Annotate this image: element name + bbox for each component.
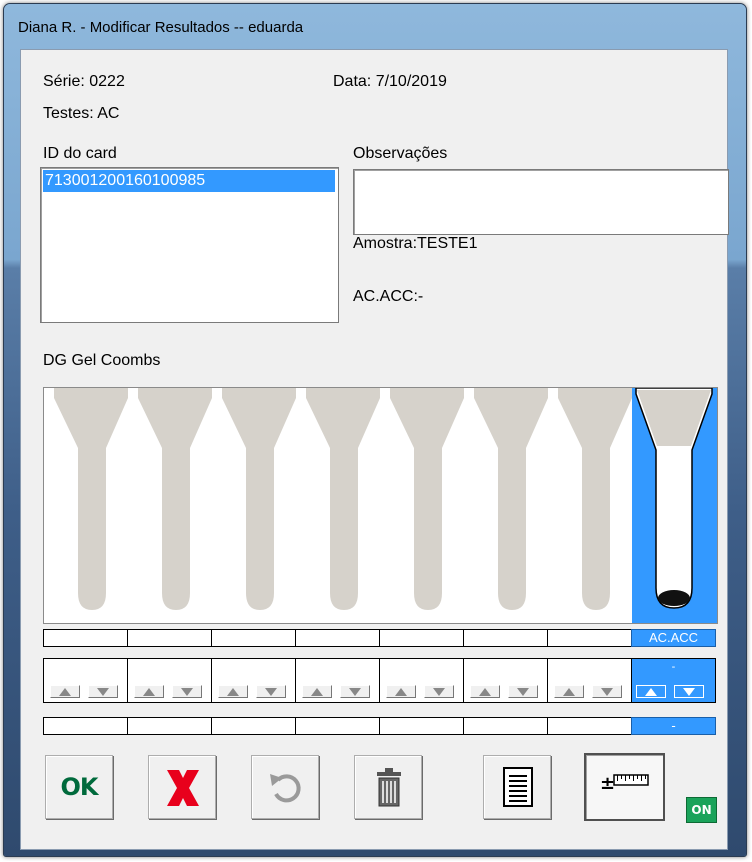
grade-cell bbox=[211, 658, 296, 703]
grade-up-button[interactable] bbox=[470, 685, 500, 698]
tube-2 bbox=[128, 388, 212, 610]
cancel-button[interactable] bbox=[148, 755, 216, 819]
label-cell bbox=[43, 629, 128, 647]
testes-label: Testes: AC bbox=[43, 105, 120, 122]
selected-grade-value: - bbox=[671, 661, 676, 673]
observations-header: Observações bbox=[353, 145, 448, 162]
label-cell bbox=[127, 629, 212, 647]
document-icon bbox=[503, 767, 533, 807]
grade-up-button[interactable] bbox=[636, 685, 666, 698]
value-cell bbox=[463, 717, 548, 735]
gel-tubes bbox=[44, 388, 717, 623]
value-cell bbox=[295, 717, 380, 735]
grade-up-button[interactable] bbox=[554, 685, 584, 698]
window-title: Diana R. - Modificar Resultados -- eduar… bbox=[18, 19, 304, 36]
data-label: Data: 7/10/2019 bbox=[333, 73, 447, 90]
label-cell bbox=[547, 629, 632, 647]
label-cell bbox=[379, 629, 464, 647]
undo-icon bbox=[270, 774, 301, 803]
svg-text:±: ± bbox=[600, 773, 615, 794]
card-listbox[interactable]: 713001200160100985 bbox=[40, 167, 339, 323]
grade-up-button[interactable] bbox=[50, 685, 80, 698]
amostra-label: Amostra:TESTE1 bbox=[353, 235, 478, 252]
report-button[interactable] bbox=[483, 755, 551, 819]
label-cell bbox=[211, 629, 296, 647]
grade-cell bbox=[295, 658, 380, 703]
grade-down-button[interactable] bbox=[674, 685, 704, 698]
value-cell bbox=[127, 717, 212, 735]
grade-cell bbox=[463, 658, 548, 703]
grade-up-button[interactable] bbox=[386, 685, 416, 698]
value-cell bbox=[211, 717, 296, 735]
selected-well-label: AC.ACC bbox=[631, 629, 716, 647]
value-row: - bbox=[43, 717, 716, 735]
ok-button[interactable]: OK bbox=[45, 755, 113, 819]
grade-down-button[interactable] bbox=[592, 685, 622, 698]
grade-up-button[interactable] bbox=[218, 685, 248, 698]
label-row: AC.ACC bbox=[43, 629, 716, 647]
serie-label: Série: 0222 bbox=[43, 73, 125, 90]
observations-field[interactable] bbox=[353, 169, 729, 235]
plus-minus-ruler-icon: ± bbox=[600, 773, 649, 794]
grade-down-button[interactable] bbox=[424, 685, 454, 698]
tube-1 bbox=[44, 388, 128, 610]
grade-down-button[interactable] bbox=[88, 685, 118, 698]
gel-card-panel[interactable] bbox=[43, 387, 718, 624]
value-cell bbox=[379, 717, 464, 735]
window-frame: Diana R. - Modificar Resultados -- eduar… bbox=[3, 3, 747, 857]
grade-down-button[interactable] bbox=[172, 685, 202, 698]
gel-header: DG Gel Coombs bbox=[43, 352, 161, 369]
grade-up-button[interactable] bbox=[134, 685, 164, 698]
ok-label: OK bbox=[60, 773, 99, 801]
delete-button[interactable] bbox=[354, 755, 422, 819]
trash-icon bbox=[377, 768, 401, 807]
close-icon bbox=[167, 770, 199, 806]
card-list-header: ID do card bbox=[43, 145, 117, 162]
value-cell bbox=[547, 717, 632, 735]
grade-cell bbox=[43, 658, 128, 703]
tube-6 bbox=[464, 388, 548, 610]
grade-row: - bbox=[43, 658, 716, 703]
result-line: AC.ACC:- bbox=[353, 288, 424, 305]
tube-3 bbox=[212, 388, 296, 610]
grade-cell bbox=[547, 658, 632, 703]
grade-cell bbox=[379, 658, 464, 703]
undo-button[interactable] bbox=[251, 755, 319, 819]
grade-cell-selected: - bbox=[631, 658, 716, 703]
grade-cell bbox=[127, 658, 212, 703]
grade-down-button[interactable] bbox=[256, 685, 286, 698]
on-status-badge: ON bbox=[686, 797, 717, 823]
grade-up-button[interactable] bbox=[302, 685, 332, 698]
grade-down-button[interactable] bbox=[508, 685, 538, 698]
adjust-button[interactable]: ± bbox=[584, 753, 665, 821]
selected-value-cell: - bbox=[631, 717, 716, 735]
card-list-item[interactable]: 713001200160100985 bbox=[43, 170, 335, 192]
value-cell bbox=[43, 717, 128, 735]
dialog-client: Série: 0222 Data: 7/10/2019 Testes: AC I… bbox=[20, 49, 729, 850]
tube-7 bbox=[548, 388, 632, 610]
tube-4 bbox=[296, 388, 380, 610]
label-cell bbox=[463, 629, 548, 647]
label-cell bbox=[295, 629, 380, 647]
grade-down-button[interactable] bbox=[340, 685, 370, 698]
tube-5 bbox=[380, 388, 464, 610]
